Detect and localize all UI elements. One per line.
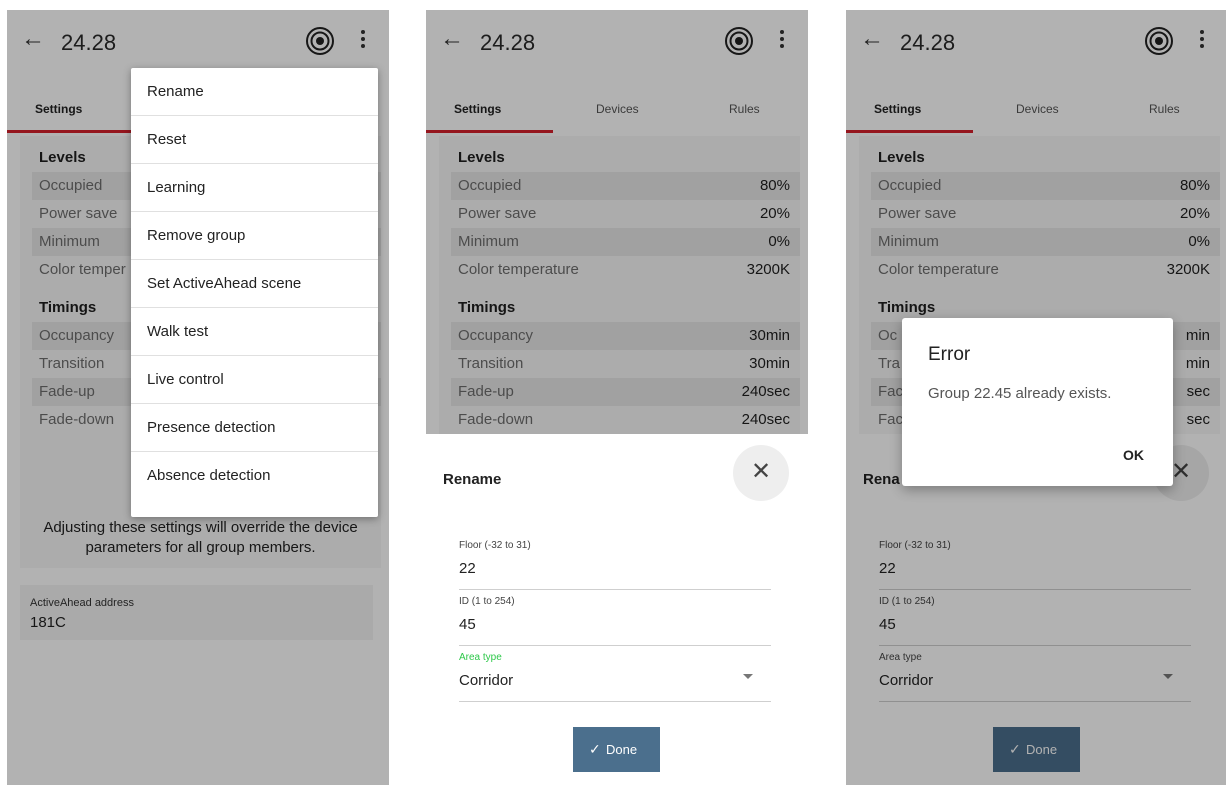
menu-item-absence-detection[interactable]: Absence detection [131,452,378,500]
close-button[interactable]: ✕ [733,445,789,501]
ok-button[interactable]: OK [1123,447,1144,463]
id-value: 45 [459,616,476,633]
rename-bottom-sheet: Rename ✕ Floor (-32 to 31) 22 ID (1 to 2… [426,434,808,785]
menu-item-learning[interactable]: Learning [131,164,378,212]
dialog-message: Group 22.45 already exists. [928,385,1112,402]
area-type-label: Area type [459,652,502,663]
menu-item-reset[interactable]: Reset [131,116,378,164]
screen-rename-sheet: ← 24.28 Settings Devices Rules Levels Oc… [426,10,808,785]
id-label: ID (1 to 254) [459,596,515,607]
dialog-title: Error [928,344,971,365]
floor-label: Floor (-32 to 31) [459,540,531,551]
menu-item-remove-group[interactable]: Remove group [131,212,378,260]
area-type-value: Corridor [459,672,514,689]
floor-value: 22 [459,560,476,577]
menu-item-live-control[interactable]: Live control [131,356,378,404]
menu-item-presence-detection[interactable]: Presence detection [131,404,378,452]
floor-field[interactable]: Floor (-32 to 31) 22 [459,540,771,590]
done-label: Done [606,742,638,757]
menu-item-walk-test[interactable]: Walk test [131,308,378,356]
sheet-title: Rename [443,471,502,488]
close-icon: ✕ [750,458,772,485]
overflow-menu: Rename Reset Learning Remove group Set A… [131,68,378,517]
error-dialog: Error Group 22.45 already exists. OK [902,318,1173,486]
screen-overflow-menu: ← 24.28 Settings Levels Occupied Power s… [7,10,389,785]
area-type-select[interactable]: Area type Corridor [459,652,771,702]
dropdown-arrow-icon[interactable] [743,674,753,679]
check-icon: ✓ [589,741,601,757]
menu-item-set-activeahead-scene[interactable]: Set ActiveAhead scene [131,260,378,308]
id-field[interactable]: ID (1 to 254) 45 [459,596,771,646]
menu-item-rename[interactable]: Rename [131,68,378,116]
done-button[interactable]: ✓ Done [573,727,660,772]
screen-error-dialog: ← 24.28 Settings Devices Rules Levels Oc… [846,10,1226,785]
